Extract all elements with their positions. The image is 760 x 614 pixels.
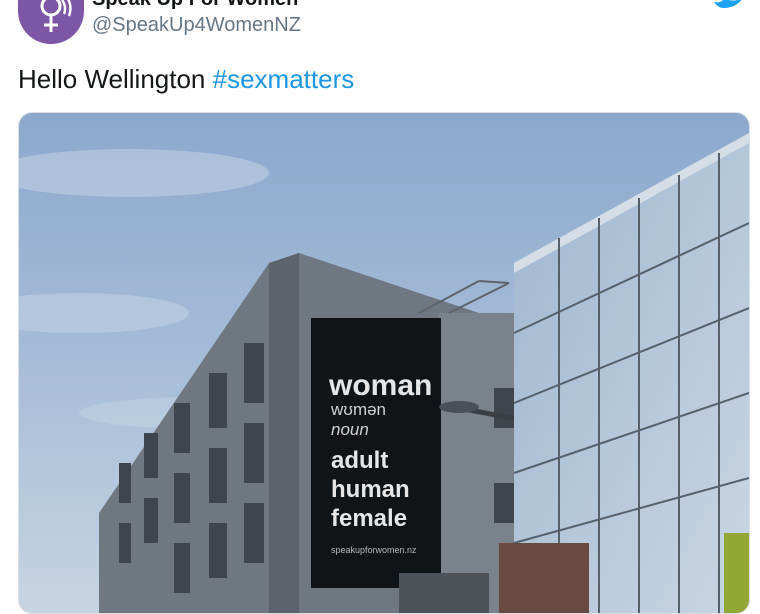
female-symbol-icon xyxy=(40,0,72,32)
tweet-text-body: Hello Wellington xyxy=(18,64,213,94)
tweet-text: Hello Wellington #sexmatters xyxy=(18,64,354,95)
avatar[interactable] xyxy=(18,0,84,44)
billboard-line-3: female xyxy=(331,505,407,532)
billboard-line-2: human xyxy=(331,476,410,503)
billboard-word: woman xyxy=(328,369,432,402)
billboard-part-of-speech: noun xyxy=(331,420,369,439)
tweet-photo[interactable]: woman wʊmən noun adult human female spea… xyxy=(18,112,750,614)
author-name[interactable]: Speak Up For Women xyxy=(92,0,298,11)
author-handle[interactable]: @SpeakUp4WomenNZ xyxy=(92,14,301,37)
twitter-bird-icon[interactable] xyxy=(712,0,746,15)
hashtag-link[interactable]: #sexmatters xyxy=(213,64,355,94)
billboard-pronunciation: wʊmən xyxy=(330,400,386,419)
billboard: woman wʊmən noun adult human female spea… xyxy=(311,318,441,588)
billboard-url: speakupforwomen.nz xyxy=(331,545,417,555)
billboard-line-1: adult xyxy=(331,447,388,474)
